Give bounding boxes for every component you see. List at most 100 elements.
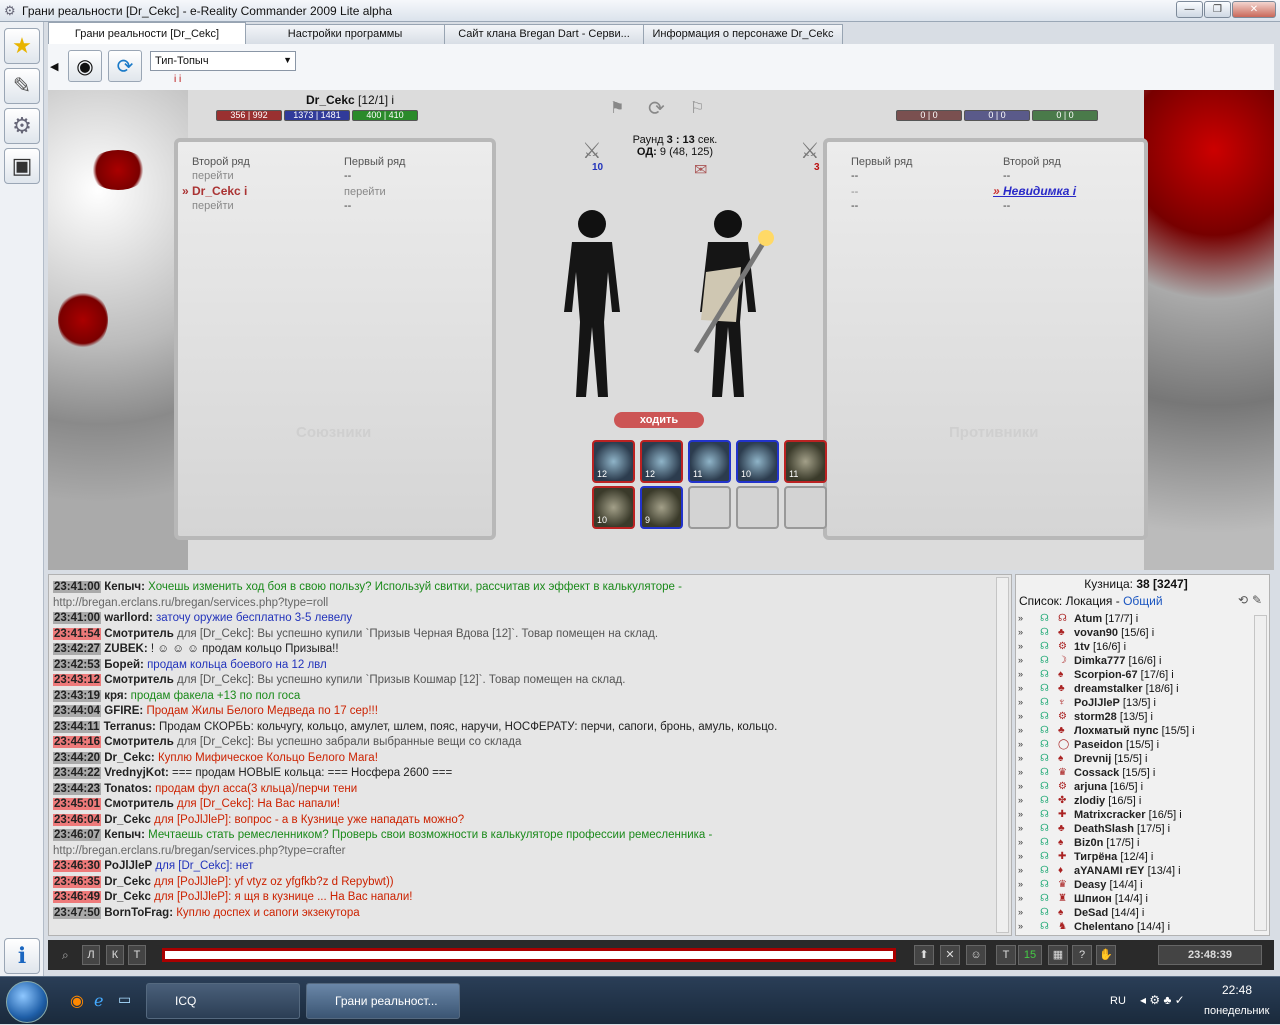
info-icon[interactable]: i — [1168, 823, 1170, 835]
image-icon[interactable]: ▦ — [1048, 945, 1068, 965]
language-indicator[interactable]: RU — [1110, 995, 1126, 1007]
user-row[interactable]: » ☊ ♣ dreamstalker [18/6] i — [1018, 683, 1254, 697]
smile-icon[interactable]: ☺ — [966, 945, 986, 965]
chat-nick[interactable]: Terranus: — [104, 721, 156, 733]
user-row[interactable]: » ☊ ♠ DeSad [14/4] i — [1018, 907, 1254, 921]
user-name[interactable]: 1tv — [1074, 641, 1090, 653]
chat-nick[interactable]: warllord: — [104, 612, 153, 624]
info-icon[interactable]: i — [1192, 725, 1194, 737]
user-row[interactable]: » ☊ ♣ DeathSlash [17/5] i — [1018, 823, 1254, 837]
spell-slot[interactable]: 10 — [736, 440, 779, 483]
translit-button[interactable]: T — [996, 945, 1016, 965]
private-arrow-icon[interactable]: » — [1018, 865, 1023, 875]
private-arrow-icon[interactable]: » — [1018, 837, 1023, 847]
private-arrow-icon[interactable]: » — [1018, 781, 1023, 791]
user-name[interactable]: storm28 — [1074, 711, 1117, 723]
private-arrow-icon[interactable]: » — [1018, 921, 1023, 931]
private-arrow-icon[interactable]: » — [1018, 627, 1023, 637]
chat-nick[interactable]: Смотритель — [104, 674, 174, 686]
chat-nick[interactable]: Смотритель — [104, 798, 174, 810]
info-icon[interactable]: i — [1140, 879, 1142, 891]
private-arrow-icon[interactable]: » — [1018, 669, 1023, 679]
user-row[interactable]: » ☊ ☊ Atum [17/7] i — [1018, 613, 1254, 627]
user-row[interactable]: » ☊ ♣ Лохматый пупс [15/5] i — [1018, 725, 1254, 739]
private-arrow-icon[interactable]: » — [1018, 683, 1023, 693]
user-name[interactable]: vovan90 — [1074, 627, 1118, 639]
info-icon[interactable]: i — [1176, 683, 1178, 695]
user-name[interactable]: Лохматый пупс — [1074, 725, 1159, 737]
clear-icon[interactable]: ✕ — [940, 945, 960, 965]
spell-slot[interactable]: 10 — [592, 486, 635, 529]
chest-icon[interactable]: ✉ — [694, 160, 707, 180]
info-icon[interactable]: i — [1168, 921, 1170, 933]
user-name[interactable]: Тигрёна — [1074, 851, 1117, 863]
info-icon[interactable]: ℹ — [4, 938, 40, 974]
move-link[interactable]: перейти — [344, 186, 386, 198]
channel-t-button[interactable]: Т — [128, 945, 146, 965]
tab-game[interactable]: Грани реальности [Dr_Cekc] — [48, 22, 246, 44]
chat-nick[interactable]: Смотритель — [104, 736, 174, 748]
start-button[interactable] — [6, 981, 48, 1023]
private-arrow-icon[interactable]: » — [1018, 879, 1023, 889]
info-icon[interactable]: i — [1152, 627, 1154, 639]
chat-nick[interactable]: кря: — [104, 690, 127, 702]
private-arrow-icon[interactable]: » — [1018, 893, 1023, 903]
info-icon[interactable]: i — [1151, 851, 1153, 863]
user-name[interactable]: Шпион — [1074, 893, 1112, 905]
info-icon[interactable]: i — [1136, 613, 1138, 625]
private-arrow-icon[interactable]: » — [1018, 767, 1023, 777]
user-row[interactable]: » ☊ ♠ Biz0n [17/5] i — [1018, 837, 1254, 851]
user-row[interactable]: » ☊ ♠ Drevnij [15/5] i — [1018, 753, 1254, 767]
user-row[interactable]: » ☊ ♛ Cossack [15/5] i — [1018, 767, 1254, 781]
send-up-icon[interactable]: ⬆ — [914, 945, 934, 965]
info-icon[interactable]: i — [1145, 893, 1147, 905]
info-icon[interactable]: i — [1157, 739, 1159, 751]
spell-slot[interactable]: 12 — [640, 440, 683, 483]
enemy-player[interactable]: » Невидимка i — [993, 184, 1076, 198]
minimize-button[interactable]: — — [1176, 1, 1203, 18]
firefox-icon[interactable]: ◉ — [70, 991, 84, 1011]
swap-icon[interactable]: ⟳ — [648, 96, 665, 121]
chat-nick[interactable]: Tonatos: — [104, 783, 152, 795]
chat-scrollbar[interactable] — [996, 577, 1009, 933]
refresh-list-icon[interactable]: ⟲ — [1238, 593, 1248, 607]
user-name[interactable]: Cossack — [1074, 767, 1119, 779]
info-icon[interactable]: i — [1171, 669, 1173, 681]
spell-slot[interactable]: 12 — [592, 440, 635, 483]
chat-nick[interactable]: Борей: — [104, 659, 144, 671]
user-name[interactable]: Scorpion-67 — [1074, 669, 1138, 681]
info-icon[interactable]: i — [1137, 837, 1139, 849]
hand-icon[interactable]: ✋ — [1096, 945, 1116, 965]
user-name[interactable]: dreamstalker — [1074, 683, 1143, 695]
user-row[interactable]: » ☊ ♦ aYANAMI rEY [13/4] i — [1018, 865, 1254, 879]
empty-spell-slot[interactable] — [736, 486, 779, 529]
help-button[interactable]: ? — [1072, 945, 1092, 965]
user-name[interactable]: Deasy — [1074, 879, 1106, 891]
chat-nick[interactable]: Смотритель — [104, 628, 174, 640]
user-row[interactable]: » ☊ ⚙ storm28 [13/5] i — [1018, 711, 1254, 725]
private-arrow-icon[interactable]: » — [1018, 823, 1023, 833]
user-row[interactable]: » ☊ ☽ Dimka777 [16/6] i — [1018, 655, 1254, 669]
tab-settings[interactable]: Настройки программы — [245, 24, 445, 44]
private-arrow-icon[interactable]: » — [1018, 753, 1023, 763]
user-name[interactable]: Biz0n — [1074, 837, 1103, 849]
tools-icon[interactable]: ✎ — [1252, 593, 1262, 607]
list-mode-link[interactable]: Общий — [1123, 594, 1163, 608]
user-name[interactable]: DeathSlash — [1074, 823, 1134, 835]
channel-k-button[interactable]: К — [106, 945, 124, 965]
spell-slot[interactable]: 9 — [640, 486, 683, 529]
go-button[interactable]: ходить — [614, 412, 704, 428]
user-name[interactable]: Chelentano — [1074, 921, 1134, 933]
chat-nick[interactable]: GFIRE: — [104, 705, 143, 717]
user-name[interactable]: aYANAMI rEY — [1074, 865, 1145, 877]
spell-slot[interactable]: 11 — [688, 440, 731, 483]
gear-icon[interactable]: ⚙ — [4, 108, 40, 144]
desktop-icon[interactable]: ▭ — [118, 991, 131, 1008]
user-row[interactable]: » ☊ ♆ PoJlJleP [13/5] i — [1018, 697, 1254, 711]
self-player[interactable]: » Dr_Cekc i — [182, 184, 247, 198]
maximize-button[interactable]: ❐ — [1204, 1, 1231, 18]
user-row[interactable]: » ☊ ⚙ arjuna [16/5] i — [1018, 781, 1254, 795]
user-row[interactable]: » ☊ ♣ vovan90 [15/6] i — [1018, 627, 1254, 641]
info-icon[interactable]: i — [1145, 753, 1147, 765]
chat-nick[interactable]: Dr_Cekc — [104, 891, 151, 903]
